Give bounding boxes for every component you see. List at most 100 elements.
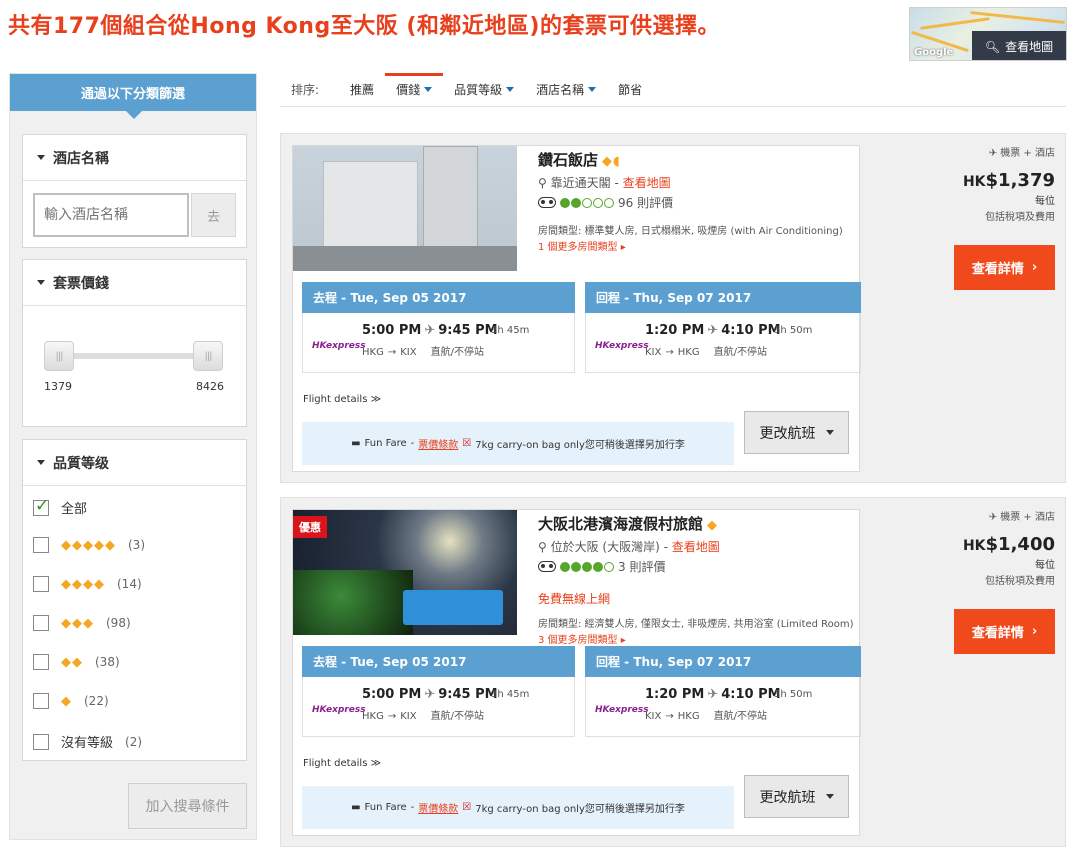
sort-option[interactable]: 節省 (607, 73, 653, 107)
review-dot (582, 197, 592, 208)
view-details-button[interactable]: 查看詳情 › (954, 245, 1055, 290)
rating-checkbox[interactable] (33, 537, 49, 553)
change-flight-button[interactable]: 更改航班 (744, 775, 849, 818)
view-details-label: 查看詳情 (971, 626, 1024, 641)
flight-stops: 直航/不停站 (713, 711, 767, 722)
view-details-label: 查看詳情 (971, 262, 1024, 277)
hotel-location: ⚲ 位於大阪 (大阪灣岸) - 查看地圖 (538, 540, 720, 554)
rating-checkbox[interactable] (33, 576, 49, 592)
diamond-rating-icon: ◆◆ (61, 654, 83, 670)
sort-option[interactable]: 酒店名稱 (525, 73, 607, 107)
sort-option[interactable]: 價錢 (385, 72, 444, 107)
package-type-text: 機票 + 酒店 (1000, 148, 1055, 159)
hkexpress-logo: HKexpress (595, 705, 649, 715)
price-slider-max-handle[interactable]: ||| (193, 341, 223, 371)
hotel-location-text: 靠近通天閣 (550, 176, 611, 190)
change-flight-button[interactable]: 更改航班 (744, 411, 849, 454)
flight-details-link[interactable]: Flight details ≫ (303, 758, 381, 769)
destination-code: HKG (677, 347, 700, 358)
package-details: 鑽石飯店 ◆◖ ⚲ 靠近通天閣 - 查看地圖 96 則評價 房間類型: 標準雙人房… (292, 145, 861, 472)
hotel-name[interactable]: 大阪北港濱海渡假村旅館 ◆ (538, 513, 718, 534)
package-card: 鑽石飯店 ◆◖ ⚲ 靠近通天閣 - 查看地圖 96 則評價 房間類型: 標準雙人房… (280, 133, 1066, 483)
price-slider-min-handle[interactable]: ||| (44, 341, 74, 371)
flight-duration: 3h 50m (774, 689, 813, 700)
view-map-link[interactable]: 查看地圖 (672, 540, 720, 554)
route-arrow-icon: → (387, 711, 397, 722)
destination-code: KIX (400, 711, 417, 722)
rating-option[interactable]: ◆ (22) (33, 693, 109, 709)
sort-option[interactable]: 品質等級 (443, 73, 525, 107)
rating-checkbox[interactable] (33, 733, 49, 750)
add-search-criteria-button[interactable]: 加入搜尋條件 (128, 783, 247, 829)
rating-checkbox[interactable] (33, 615, 49, 631)
free-wifi-label: 免費無線上網 (538, 592, 611, 606)
map-thumbnail[interactable]: Google 🔍︎ 查看地圖 (909, 7, 1067, 61)
room-type: 房間類型: 經濟雙人房, 僅限女士, 非吸煙房, 共用浴室 (Limited R… (538, 619, 854, 630)
street-shape (293, 246, 517, 271)
fare-name: Fun Fare (364, 438, 407, 449)
flight-details-link[interactable]: Flight details ≫ (303, 394, 381, 405)
view-map-label: 查看地圖 (1005, 40, 1054, 54)
hotel-name-input[interactable] (33, 193, 189, 237)
package-price: HK$1,400 (875, 534, 1055, 555)
hotel-search-go-button[interactable]: 去 (191, 193, 236, 237)
rating-option[interactable]: 沒有等級 (2) (33, 732, 142, 751)
flight-leg: HKexpress 5:00 PM ✈ 9:45 PM 3h 45m HKG → KIX… (302, 677, 575, 737)
view-map-link[interactable]: 查看地圖 (623, 176, 671, 190)
rating-checkbox[interactable] (33, 693, 49, 709)
hotel-photo[interactable]: 優惠 (293, 510, 517, 635)
more-room-types-link[interactable]: 1 個更多房間類型 ▸ (538, 238, 626, 253)
flight-duration: 3h 45m (491, 689, 530, 700)
tripadvisor-rating[interactable]: 3 則評價 (538, 558, 665, 575)
rating-option-count: (38) (95, 655, 120, 669)
view-details-button[interactable]: 查看詳情 › (954, 609, 1055, 654)
rating-option[interactable]: ◆◆ (38) (33, 654, 120, 670)
fare-terms-link[interactable]: 票價條款 (418, 800, 458, 815)
hotel-location-text: 位於大阪 (大阪灣岸) (550, 540, 660, 554)
ticket-icon: ▬ (351, 802, 361, 813)
no-bag-icon: ☒ (462, 802, 472, 813)
package-type-text: 機票 + 酒店 (1000, 512, 1055, 523)
chevron-down-icon (588, 87, 597, 92)
rating-filter: 品質等级 全部 ◆◆◆◆◆ (3) ◆◆◆◆ (14) ◆◆◆ (98) ◆◆ (38) ◆ (22… (22, 439, 247, 761)
price-filter-title[interactable]: 套票價錢 (23, 260, 246, 306)
tax-note: 包括稅項及費用 (985, 576, 1055, 587)
rating-option[interactable]: 全部 (33, 496, 87, 517)
sort-bar: 排序: 推薦 價錢 品質等級 酒店名稱 節省 (280, 72, 1066, 107)
origin-code: HKG (362, 711, 384, 722)
sort-option-label: 節省 (618, 83, 643, 97)
plane-icon: ✈ (988, 512, 1001, 523)
more-room-types-link[interactable]: 3 個更多房間類型 ▸ (538, 631, 626, 646)
price-slider-track[interactable] (59, 353, 209, 359)
palm-shape (293, 570, 413, 635)
sort-option[interactable]: 推薦 (339, 73, 385, 107)
flight-leg-header: 回程 - Thu, Sep 07 2017 (585, 282, 861, 313)
hotel-name[interactable]: 鑽石飯店 ◆◖ (538, 149, 621, 170)
rating-filter-title[interactable]: 品質等级 (23, 440, 246, 486)
fare-terms-link[interactable]: 票價條款 (418, 436, 458, 451)
rating-checkbox[interactable] (33, 654, 49, 670)
route-arrow-icon: → (387, 347, 397, 358)
rating-option[interactable]: ◆◆◆◆ (14) (33, 576, 142, 592)
diamond-rating-icon: ◆ (61, 693, 72, 709)
diamond-rating-icon: ◆◖ (602, 154, 621, 169)
price-currency: HK (962, 538, 986, 554)
flight-route: KIX → HKG 直航/不停站 (645, 707, 781, 722)
hotel-name-filter-title[interactable]: 酒店名稱 (23, 135, 246, 181)
view-map-button[interactable]: 🔍︎ 查看地圖 (972, 31, 1066, 60)
caret-down-icon (37, 460, 45, 465)
tripadvisor-rating[interactable]: 96 則評價 (538, 194, 673, 211)
rating-option[interactable]: ◆◆◆◆◆ (3) (33, 537, 145, 553)
chevron-right-icon: › (1031, 260, 1038, 275)
rating-checkbox[interactable] (33, 496, 49, 516)
hotel-photo[interactable] (293, 146, 517, 271)
review-dot (560, 197, 570, 208)
per-person-label: 每位 (1035, 560, 1055, 571)
review-dot (571, 561, 581, 572)
fare-info: ▬ Fun Fare - 票價條款 ☒ 7kg carry-on bag only… (302, 786, 734, 829)
results-headline: 共有177個組合從Hong Kong至大阪 (和鄰近地區)的套票可供選擇。 (8, 14, 720, 39)
rating-option[interactable]: ◆◆◆ (98) (33, 615, 131, 631)
flight-leg-header: 回程 - Thu, Sep 07 2017 (585, 646, 861, 677)
per-person-label: 每位 (1035, 196, 1055, 207)
change-flight-label: 更改航班 (759, 789, 816, 806)
